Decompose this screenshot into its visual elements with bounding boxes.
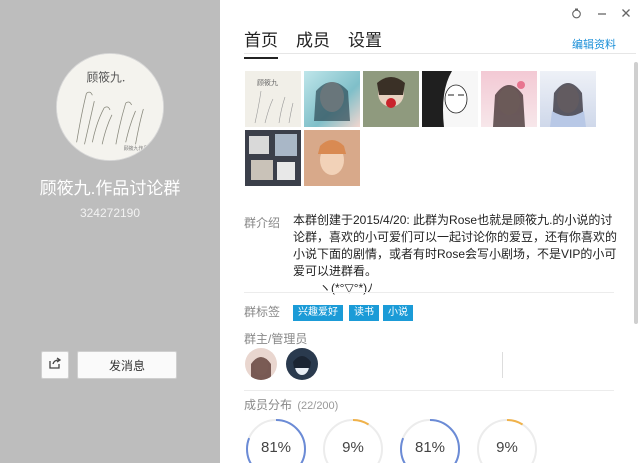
- group-avatar[interactable]: 顾筱九. 顾筱九作品: [56, 53, 164, 161]
- svg-text:顾筱九作品: 顾筱九作品: [124, 145, 149, 152]
- share-button[interactable]: [41, 351, 69, 379]
- admin-avatar[interactable]: [286, 348, 318, 380]
- album-photo[interactable]: [422, 71, 478, 127]
- album-photo[interactable]: [245, 130, 301, 186]
- tags-label: 群标签: [244, 305, 281, 319]
- tab-settings[interactable]: 设置: [348, 26, 382, 59]
- intro-text: 本群创建于2015/4/20: 此群为Rose也就是顾筱九.的小说的讨论群，喜欢…: [293, 212, 623, 297]
- owner-avatar[interactable]: [245, 348, 277, 380]
- album-photo[interactable]: [540, 71, 596, 127]
- minimize-icon[interactable]: [595, 6, 609, 20]
- album-photo[interactable]: [481, 71, 537, 127]
- admins-divider: [502, 352, 503, 378]
- tab-home[interactable]: 首页: [244, 26, 278, 59]
- distribution-value-4: 9%: [496, 439, 518, 456]
- tag-reading[interactable]: 读书: [349, 305, 379, 321]
- admins-label: 群主/管理员: [244, 332, 308, 346]
- distribution-value-3: 81%: [414, 439, 446, 456]
- send-message-button[interactable]: 发消息: [77, 351, 177, 379]
- section-divider: [244, 292, 614, 293]
- tag-hobby[interactable]: 兴趣爱好: [293, 305, 343, 321]
- skin-icon[interactable]: [569, 6, 583, 20]
- album-photo[interactable]: [304, 130, 360, 186]
- distribution-title: 成员分布: [244, 398, 293, 412]
- svg-text:顾筱九: 顾筱九: [257, 78, 278, 87]
- tag-novel[interactable]: 小说: [383, 305, 413, 321]
- album-photo[interactable]: [363, 71, 419, 127]
- intro-body: 本群创建于2015/4/20: 此群为Rose也就是顾筱九.的小说的讨论群，喜欢…: [293, 213, 618, 278]
- tab-bar: 首页 成员 设置: [244, 26, 400, 59]
- album-photo[interactable]: [304, 71, 360, 127]
- section-divider: [244, 390, 614, 391]
- group-id: 324272190: [79, 206, 141, 220]
- group-name: 顾筱九.作品讨论群: [39, 179, 181, 198]
- share-icon: [48, 356, 62, 375]
- close-icon[interactable]: [619, 6, 633, 20]
- distribution-label: 成员分布 (22/200): [244, 396, 338, 413]
- group-detail-panel: 首页 成员 设置 编辑资料 顾筱九 群介绍 本群创建于2015/4/20: 此群…: [220, 0, 640, 463]
- tab-members[interactable]: 成员: [296, 26, 330, 59]
- scrollbar-thumb[interactable]: [634, 62, 638, 324]
- intro-label: 群介绍: [244, 216, 281, 230]
- member-count: (22/200): [297, 400, 339, 412]
- album-photo[interactable]: 顾筱九: [245, 71, 301, 127]
- distribution-value-1: 81%: [260, 439, 292, 456]
- distribution-value-2: 9%: [342, 439, 364, 456]
- edit-profile-link[interactable]: 编辑资料: [572, 36, 616, 52]
- group-profile-panel: 顾筱九. 顾筱九作品 顾筱九.作品讨论群 324272190 发消息: [0, 0, 220, 463]
- svg-text:顾筱九.: 顾筱九.: [86, 70, 125, 84]
- tab-divider: [244, 53, 636, 54]
